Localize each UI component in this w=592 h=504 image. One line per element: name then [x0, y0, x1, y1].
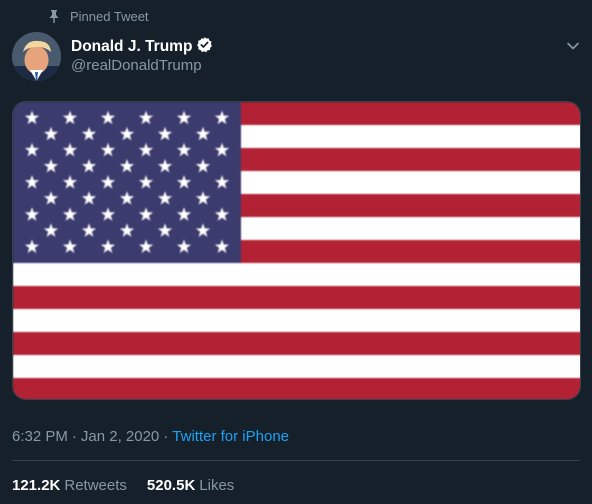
user-handle[interactable]: @realDonaldTrump — [71, 57, 202, 74]
retweets-count: 121.2K — [12, 477, 61, 494]
divider — [12, 460, 580, 461]
tweet-date[interactable]: Jan 2, 2020 — [81, 428, 159, 445]
chevron-down-icon[interactable] — [563, 36, 583, 56]
user-name-row[interactable]: Donald J. Trump — [71, 36, 213, 58]
likes-count: 520.5K — [146, 477, 196, 494]
meta-separator: · — [163, 428, 169, 445]
flag-stripe — [13, 263, 580, 287]
likes-label: Likes — [199, 477, 235, 494]
flag-stripe — [13, 355, 580, 379]
flag-stripe — [13, 378, 580, 399]
user-name[interactable]: Donald J. Trump — [71, 38, 192, 56]
us-flag-image — [13, 102, 580, 399]
avatar[interactable] — [12, 32, 61, 81]
pin-icon — [48, 10, 60, 23]
tweet-meta: 6:32 PM · Jan 2, 2020 · Twitter for iPho… — [12, 428, 289, 445]
retweets-stat[interactable]: 121.2K Retweets — [12, 477, 127, 494]
tweet-source-link[interactable]: Twitter for iPhone — [172, 428, 289, 445]
flag-canton — [13, 102, 241, 263]
meta-separator: · — [71, 428, 77, 445]
tweet-time[interactable]: 6:32 PM — [12, 428, 68, 445]
flag-stripe — [13, 309, 580, 333]
tweet-image-flag[interactable] — [12, 101, 581, 400]
likes-stat[interactable]: 520.5K Likes — [147, 477, 234, 494]
retweets-label: Retweets — [64, 477, 127, 494]
flag-stripe — [13, 332, 580, 356]
flag-stripe — [13, 286, 580, 310]
pinned-tweet-label: Pinned Tweet — [48, 9, 149, 24]
verified-badge-icon — [196, 36, 213, 58]
pinned-text: Pinned Tweet — [70, 9, 149, 24]
tweet-stats: 121.2K Retweets 520.5K Likes — [12, 477, 234, 494]
